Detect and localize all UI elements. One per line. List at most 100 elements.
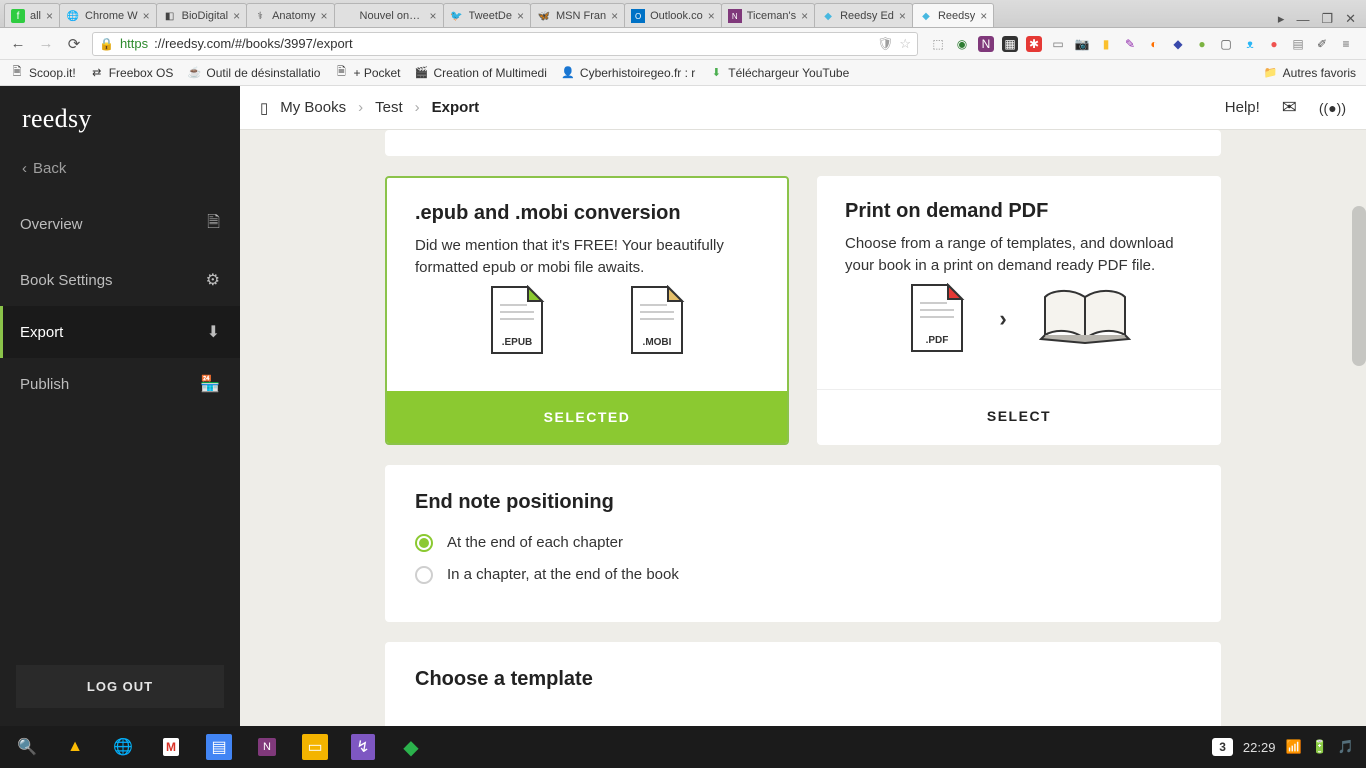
ext-icon[interactable]: ✐ (1314, 36, 1330, 52)
close-icon[interactable]: × (321, 9, 328, 23)
wifi-icon[interactable]: 📶 (1285, 739, 1301, 755)
close-icon[interactable]: × (980, 9, 987, 23)
favicon: O (631, 9, 645, 23)
help-link[interactable]: Help! (1225, 99, 1260, 116)
ext-icon[interactable]: ▢ (1218, 36, 1234, 52)
bookmark-icon: ⬇ (709, 66, 723, 80)
close-icon[interactable]: × (430, 9, 437, 23)
bookmark-item[interactable]: ⬇Téléchargeur YouTube (709, 66, 849, 80)
bookmark-item[interactable]: 🗎+ Pocket (334, 66, 400, 80)
sidebar-item-overview[interactable]: Overview🗎 (0, 195, 240, 254)
crumb-test[interactable]: Test (375, 99, 403, 116)
battery-icon[interactable]: 🔋 (1312, 739, 1328, 755)
radio-icon (415, 566, 433, 584)
bookmark-item[interactable]: 🗎Scoop.it! (10, 66, 76, 80)
back-link[interactable]: ‹Back (0, 150, 240, 195)
nav-back-icon[interactable]: ← (8, 35, 28, 52)
close-icon[interactable]: × (611, 9, 618, 23)
ext-icon[interactable]: ● (1194, 36, 1210, 52)
sidebar-item-publish[interactable]: Publish🏪 (0, 358, 240, 410)
ext-icon[interactable]: ▭ (1050, 36, 1066, 52)
menu-icon[interactable]: ≡ (1338, 36, 1354, 52)
close-icon[interactable]: × (233, 9, 240, 23)
notification-badge[interactable]: 3 (1212, 738, 1233, 756)
feedly-icon[interactable]: ◆ (390, 726, 432, 768)
tab-anatomy[interactable]: ⚕Anatomy× (246, 3, 334, 27)
bookmark-icon: 👤 (561, 66, 575, 80)
bookmark-item[interactable]: ⇄Freebox OS (90, 66, 174, 80)
nav-forward-icon[interactable]: → (36, 35, 56, 52)
bookmark-item[interactable]: 🎬Creation of Multimedi (415, 66, 547, 80)
ext-icon[interactable]: ◉ (954, 36, 970, 52)
tab-overflow-icon[interactable]: ▸ (1278, 11, 1285, 27)
ext-icon[interactable]: ᴥ (1242, 36, 1258, 52)
ext-icon[interactable]: ▮ (1098, 36, 1114, 52)
tray-icon[interactable]: 🎵 (1338, 739, 1354, 755)
bookmark-item[interactable]: ☕Outil de désinstallatio (187, 66, 320, 80)
tab-msn[interactable]: 🦋MSN Fran× (530, 3, 625, 27)
ext-icon[interactable]: ✱ (1026, 36, 1042, 52)
close-icon[interactable]: × (46, 9, 53, 23)
ext-icon[interactable]: ● (1266, 36, 1282, 52)
os-taskbar: 🔍 ▲ 🌐 M ▤ N ▭ ↯ ◆ 3 22:29 📶 🔋 🎵 (0, 726, 1366, 768)
chrome-icon[interactable]: 🌐 (102, 726, 144, 768)
radio-label: In a chapter, at the end of the book (447, 566, 679, 583)
sidebar-item-book-settings[interactable]: Book Settings⚙ (0, 254, 240, 306)
onenote-icon[interactable]: N (246, 726, 288, 768)
sidebar-item-export[interactable]: Export⬇ (0, 306, 240, 358)
ext-icon[interactable]: ▤ (1290, 36, 1306, 52)
browser-tab-strip: fall× 🌐Chrome W× ◧BioDigital× ⚕Anatomy× … (0, 0, 1366, 28)
bookmark-item[interactable]: 👤Cyberhistoiregeo.fr : r (561, 66, 695, 80)
ext-icon[interactable]: N (978, 36, 994, 52)
minimize-icon[interactable]: — (1296, 12, 1309, 27)
reload-icon[interactable]: ⟳ (64, 35, 84, 53)
tab-reedsy-active[interactable]: ◆Reedsy× (912, 3, 994, 27)
export-option-epub[interactable]: .epub and .mobi conversion Did we mentio… (385, 176, 789, 445)
tab-all[interactable]: fall× (4, 3, 60, 27)
ext-icon[interactable]: ◐ (1146, 36, 1162, 52)
tab-ticeman[interactable]: NTiceman's× (721, 3, 815, 27)
tab-outlook[interactable]: OOutlook.co× (624, 3, 722, 27)
drive-icon[interactable]: ▲ (54, 726, 96, 768)
search-icon[interactable]: 🔍 (6, 726, 48, 768)
radio-end-of-chapter[interactable]: At the end of each chapter (415, 534, 1191, 552)
broadcast-icon[interactable]: ((●)) (1319, 100, 1346, 116)
ext-icon[interactable]: ◆ (1170, 36, 1186, 52)
slides-icon[interactable]: ▭ (294, 726, 336, 768)
app-icon[interactable]: ↯ (342, 726, 384, 768)
crumb-my-books[interactable]: My Books (280, 99, 346, 116)
export-option-pdf[interactable]: Print on demand PDF Choose from a range … (817, 176, 1221, 445)
bookmark-icon: 🎬 (415, 66, 429, 80)
close-icon[interactable]: × (708, 9, 715, 23)
favicon: ⚕ (253, 9, 267, 23)
ext-icon[interactable]: ✎ (1122, 36, 1138, 52)
tab-chrome[interactable]: 🌐Chrome W× (59, 3, 157, 27)
select-button[interactable]: SELECT (817, 389, 1221, 442)
maximize-icon[interactable]: ❐ (1321, 11, 1333, 27)
mail-icon[interactable]: ✉ (1282, 97, 1297, 118)
url-input[interactable]: 🔒 https://reedsy.com/#/books/3997/export… (92, 32, 918, 56)
gmail-icon[interactable]: M (150, 726, 192, 768)
ext-icon[interactable]: ▦ (1002, 36, 1018, 52)
tab-nouvel[interactable]: Nouvel onglet× (334, 3, 444, 27)
other-bookmarks[interactable]: 📁Autres favoris (1264, 66, 1356, 80)
favicon: N (728, 9, 742, 23)
close-icon[interactable]: × (899, 9, 906, 23)
tab-reedsy-ed[interactable]: ◆Reedsy Ed× (814, 3, 913, 27)
close-icon[interactable]: × (143, 9, 150, 23)
close-icon[interactable]: × (801, 9, 808, 23)
tab-biodigital[interactable]: ◧BioDigital× (156, 3, 247, 27)
ext-icon[interactable]: 📷 (1074, 36, 1090, 52)
shield-icon[interactable]: 🛡 (877, 36, 894, 52)
chevron-left-icon: ‹ (22, 160, 27, 177)
radio-end-of-book[interactable]: In a chapter, at the end of the book (415, 566, 1191, 584)
close-icon[interactable]: × (517, 9, 524, 23)
ext-icon[interactable]: ⬚ (930, 36, 946, 52)
close-window-icon[interactable]: ✕ (1345, 11, 1356, 27)
docs-icon[interactable]: ▤ (198, 726, 240, 768)
svg-text:.PDF: .PDF (926, 335, 949, 346)
logout-button[interactable]: LOG OUT (16, 665, 224, 708)
tab-tweetdeck[interactable]: 🐦TweetDe× (443, 3, 531, 27)
star-icon[interactable]: ☆ (899, 36, 911, 52)
scrollbar-thumb[interactable] (1352, 206, 1366, 366)
